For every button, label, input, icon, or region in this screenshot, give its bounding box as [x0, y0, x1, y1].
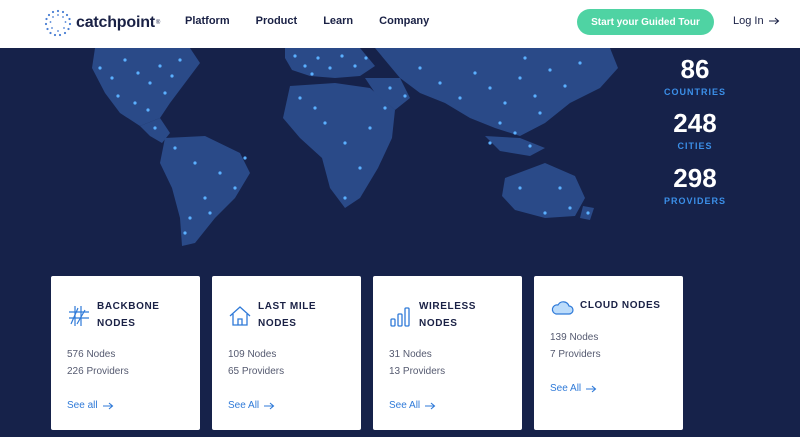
arrow-right-icon — [102, 402, 113, 409]
card-title: CLOUD NODES — [580, 300, 670, 312]
main-nav: Platform Product Learn Company — [185, 15, 455, 27]
card-title-line2: NODES — [97, 318, 136, 329]
stat-countries-value: 86 — [680, 54, 710, 84]
see-all-label: See all — [67, 400, 98, 411]
guided-tour-button[interactable]: Start your Guided Tour — [577, 9, 714, 35]
see-all-wireless-link[interactable]: See All — [389, 400, 436, 411]
stat-providers-value: 298 — [673, 163, 717, 193]
card-title-line1: LAST MILE — [258, 301, 317, 312]
login-label: Log In — [733, 15, 764, 27]
provider-count: 226 Providers — [67, 366, 129, 377]
backbone-grid-icon — [69, 306, 89, 326]
see-all-last-mile-link[interactable]: See All — [228, 400, 275, 411]
see-all-cloud-link[interactable]: See All — [550, 383, 597, 394]
nav-platform[interactable]: Platform — [185, 15, 230, 27]
card-header: LAST MILE NODES — [228, 298, 348, 332]
card-title-line1: WIRELESS — [419, 301, 477, 312]
stat-countries: 86 COUNTRIES — [640, 56, 750, 97]
stat-cities-value: 248 — [673, 108, 717, 138]
backbone-nodes-card: BACKBONE NODES 576 Nodes 226 Providers S… — [51, 276, 200, 430]
stat-countries-label: COUNTRIES — [663, 87, 726, 97]
world-node-map — [92, 48, 618, 246]
card-header: BACKBONE NODES — [67, 298, 187, 332]
arrow-right-icon — [264, 402, 275, 409]
card-header: WIRELESS NODES — [389, 298, 509, 332]
wireless-nodes-card: WIRELESS NODES 31 Nodes 13 Providers See… — [373, 276, 522, 430]
provider-count: 13 Providers — [389, 366, 446, 377]
catchpoint-logo[interactable]: catchpoint ® — [44, 9, 160, 37]
node-count: 31 Nodes — [389, 349, 432, 360]
card-title-line2: NODES — [419, 318, 458, 329]
card-title-line2: NODES — [258, 318, 297, 329]
login-link[interactable]: Log In — [733, 15, 780, 27]
registered-mark: ® — [155, 20, 161, 26]
card-title-line1: BACKBONE — [97, 301, 160, 312]
cloud-nodes-card: CLOUD NODES 139 Nodes 7 Providers See Al… — [534, 276, 683, 430]
see-all-label: See All — [550, 383, 582, 394]
last-mile-nodes-card: LAST MILE NODES 109 Nodes 65 Providers S… — [212, 276, 361, 430]
provider-count: 7 Providers — [550, 349, 601, 360]
map-continents — [92, 48, 618, 246]
see-all-label: See All — [228, 400, 260, 411]
cloud-icon — [551, 301, 574, 315]
nav-product[interactable]: Product — [256, 15, 298, 27]
card-title: LAST MILE NODES — [258, 298, 348, 332]
card-title-line1: CLOUD NODES — [580, 300, 661, 311]
nav-learn[interactable]: Learn — [323, 15, 353, 27]
arrow-right-icon — [425, 402, 436, 409]
arrow-right-icon — [768, 17, 779, 25]
card-title: WIRELESS NODES — [419, 298, 509, 332]
nav-company[interactable]: Company — [379, 15, 429, 27]
node-count: 576 Nodes — [67, 349, 116, 360]
logo-wordmark: catchpoint — [76, 14, 155, 31]
card-header: CLOUD NODES — [550, 300, 670, 320]
provider-count: 65 Providers — [228, 366, 285, 377]
stat-providers: 298 PROVIDERS — [640, 165, 750, 206]
card-title: BACKBONE NODES — [97, 298, 187, 332]
signal-bars-icon — [390, 307, 410, 327]
see-all-backbone-link[interactable]: See all — [67, 400, 114, 411]
catchpoint-logo-icon — [44, 9, 72, 37]
arrow-right-icon — [586, 385, 597, 392]
stat-cities-label: CITIES — [677, 141, 713, 151]
house-icon — [229, 306, 251, 326]
stat-providers-label: PROVIDERS — [663, 196, 726, 206]
stat-cities: 248 CITIES — [640, 110, 750, 151]
site-header: catchpoint ® Platform Product Learn Comp… — [0, 0, 800, 48]
node-count: 139 Nodes — [550, 332, 599, 343]
see-all-label: See All — [389, 400, 421, 411]
node-count: 109 Nodes — [228, 349, 277, 360]
